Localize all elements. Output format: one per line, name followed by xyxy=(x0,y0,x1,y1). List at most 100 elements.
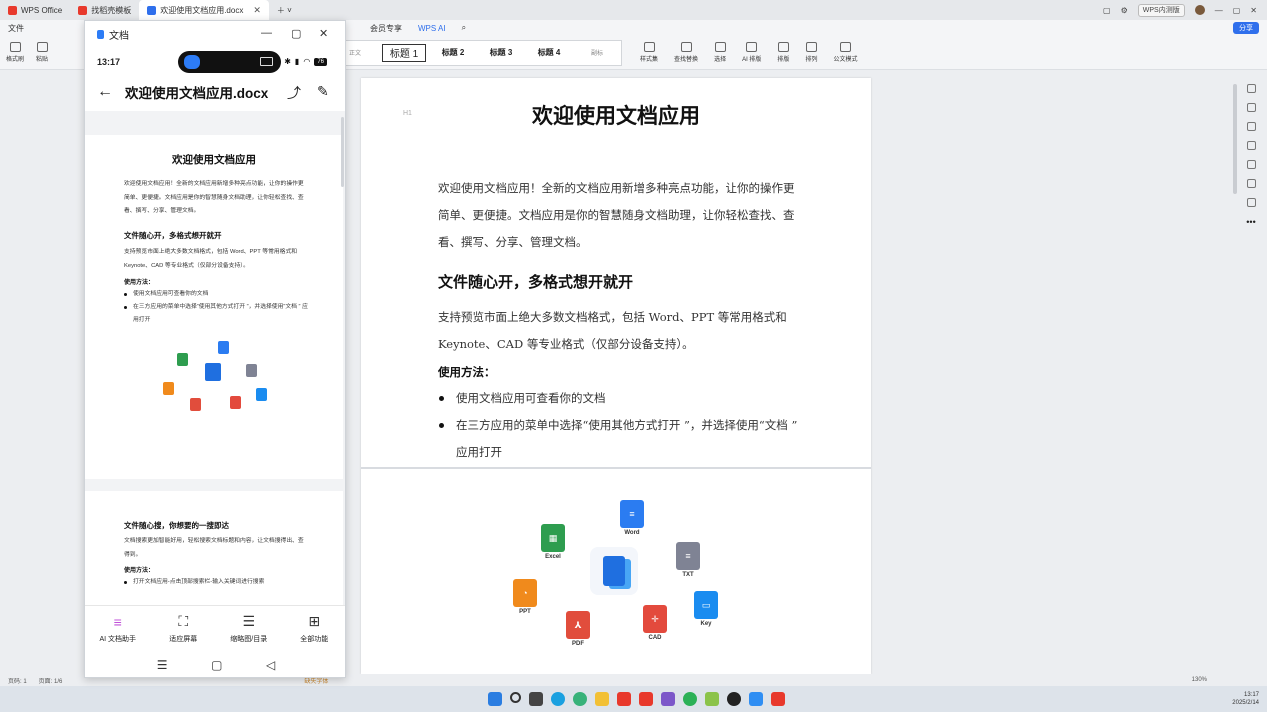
ai-layout-button[interactable]: AI 排版 xyxy=(736,42,767,63)
all-functions-button[interactable]: ⊞ 全部功能 xyxy=(282,606,346,651)
zoom-level[interactable]: 130% xyxy=(1192,677,1207,683)
tab-template[interactable]: 找稻壳模板 xyxy=(70,0,139,20)
close-icon[interactable]: ✕ xyxy=(319,27,328,40)
icon-label: Word xyxy=(624,530,640,536)
edit-icon[interactable] xyxy=(1246,84,1256,93)
toolbar-label: AI 文档助手 xyxy=(99,635,137,643)
mini-heading: 文件随心开，多格式想开就开 xyxy=(124,231,222,240)
new-tab-button[interactable]: ＋ ˅ xyxy=(269,0,300,20)
mini-bullet-2: 在三方应用的菜单中选择“使用其他方式打开 ”，并选择使用“文档 ” 应用打开 xyxy=(124,301,309,327)
taskbar: 13:17 2025/2/14 xyxy=(0,686,1267,712)
page-break xyxy=(361,467,871,469)
qq-icon[interactable] xyxy=(727,692,741,706)
share-icon[interactable]: ⤴ xyxy=(287,83,301,103)
wps-icon[interactable] xyxy=(617,692,631,706)
toolbar-label: 适应屏幕 xyxy=(169,636,198,643)
menu-file[interactable]: 文件 xyxy=(0,23,32,34)
settings-icon[interactable]: ⚙ xyxy=(1121,6,1128,15)
adjust-icon[interactable] xyxy=(1246,122,1256,131)
wps-icon[interactable] xyxy=(771,692,785,706)
wps-icon[interactable] xyxy=(639,692,653,706)
format-brush-button[interactable]: 格式刷 xyxy=(0,42,30,63)
avatar[interactable] xyxy=(1194,5,1205,15)
back-arrow-icon[interactable]: ← xyxy=(97,83,125,101)
app-icon[interactable] xyxy=(661,692,675,706)
menu-member[interactable]: 会员专享 xyxy=(362,23,410,34)
signal-icon: ▮ xyxy=(294,57,300,66)
task-view-icon[interactable] xyxy=(529,692,543,706)
find-replace-button[interactable]: 查找替换 xyxy=(668,42,704,63)
minimize-icon[interactable]: — xyxy=(261,27,272,39)
style-heading3[interactable]: 标题 3 xyxy=(477,41,525,65)
toolbar-label: 全部功能 xyxy=(300,636,329,643)
ai-assistant-icon: ≡ xyxy=(113,613,122,630)
edit-icon[interactable]: ✎ xyxy=(317,83,329,100)
menu-nav-icon[interactable]: ☰ xyxy=(157,658,168,672)
doc-logo-icon xyxy=(147,5,157,15)
ribbon-label: AI 排版 xyxy=(742,57,762,63)
tab-document[interactable]: 欢迎使用文档应用.docx ✕ xyxy=(139,0,269,20)
doc-paragraph-1: 欢迎使用文档应用！全新的文档应用新增多种亮点功能，让你的操作更简单、更便捷。文档… xyxy=(438,181,795,249)
arrange-button[interactable]: 排列 xyxy=(799,42,823,63)
tab-wps-office[interactable]: WPS Office xyxy=(0,0,70,20)
close-tab-icon[interactable]: ✕ xyxy=(253,5,261,16)
fit-screen-button[interactable]: ⛶ 适应屏幕 xyxy=(151,606,217,651)
fit-screen-icon: ⛶ xyxy=(178,613,189,629)
style-set-button[interactable]: 样式集 xyxy=(634,42,664,63)
dynamic-island[interactable] xyxy=(178,51,281,73)
mini-paragraph-1: 欢迎使用文档应用！全新的文档应用新增多种亮点功能，让你的操作更简单、更便捷。文档… xyxy=(124,181,304,214)
select-icon[interactable] xyxy=(1246,103,1256,112)
docs-app-icon[interactable] xyxy=(749,692,763,706)
account-badge[interactable]: WPS内测版 xyxy=(1137,3,1185,17)
style-heading4[interactable]: 标题 4 xyxy=(525,41,573,65)
feedback-icon[interactable] xyxy=(1246,198,1256,207)
image-icon[interactable] xyxy=(1246,141,1256,150)
home-nav-icon[interactable]: ▢ xyxy=(211,658,222,672)
minimize-icon[interactable]: — xyxy=(1215,6,1223,15)
icon-label: TXT xyxy=(682,572,694,578)
doc-center-icon xyxy=(590,547,638,595)
back-nav-icon[interactable]: ◁ xyxy=(266,658,275,672)
clock-time: 13:17 xyxy=(1243,692,1259,698)
edge-icon[interactable] xyxy=(551,692,565,706)
phone-scrollbar[interactable] xyxy=(341,117,344,187)
chat-icon[interactable] xyxy=(683,692,697,706)
mini-txt-icon xyxy=(246,364,257,377)
folder-icon[interactable] xyxy=(595,692,609,706)
ai-layout-icon xyxy=(746,42,758,52)
select-button[interactable]: 选择 xyxy=(708,42,732,63)
maximize-icon[interactable]: ▢ xyxy=(1233,6,1241,15)
style-heading2[interactable]: 标题 2 xyxy=(429,41,477,65)
maximize-icon[interactable]: ▢ xyxy=(291,27,301,40)
excel-icon: ▦ Excel xyxy=(541,524,565,560)
vertical-scrollbar[interactable] xyxy=(1233,84,1237,194)
document-title: 欢迎使用文档应用 xyxy=(532,103,700,128)
share-button[interactable]: 分享 xyxy=(1233,22,1259,34)
menu-wps-ai[interactable]: WPS AI xyxy=(410,24,454,33)
tools-icon[interactable] xyxy=(1246,160,1256,169)
style-heading1[interactable]: 标题 1 xyxy=(382,43,427,62)
ai-assistant-button[interactable]: ≡ AI 文档助手 xyxy=(85,606,151,651)
official-mode-button[interactable]: 公文模式 xyxy=(827,42,863,63)
browser-icon[interactable] xyxy=(573,692,587,706)
more-icon[interactable]: ••• xyxy=(1246,217,1255,227)
app-icon[interactable] xyxy=(705,692,719,706)
start-icon[interactable] xyxy=(488,692,502,706)
system-clock[interactable]: 13:17 2025/2/14 xyxy=(1232,691,1259,707)
paste-button[interactable]: 粘贴 xyxy=(30,42,54,63)
close-window-icon[interactable]: ✕ xyxy=(1250,6,1257,15)
window-icon[interactable]: ▢ xyxy=(1103,6,1111,15)
thumbnail-toc-button[interactable]: ☰ 缩略图/目录 xyxy=(216,606,282,651)
mini-paragraph-2: 支持预览市面上绝大多数文档格式，包括 Word、PPT 等常用格式和 Keyno… xyxy=(124,249,298,269)
clock-date: 2025/2/14 xyxy=(1232,700,1259,706)
phone-doc-view[interactable]: 欢迎使用文档应用 欢迎使用文档应用！全新的文档应用新增多种亮点功能，让你的操作更… xyxy=(85,111,345,605)
mini-word-icon xyxy=(218,341,229,354)
style-subtitle[interactable]: 副标 xyxy=(573,41,621,65)
search-icon[interactable] xyxy=(510,692,521,703)
help-icon[interactable] xyxy=(1246,179,1256,188)
phone-time: 13:17 xyxy=(97,57,121,67)
toolbar-label: 缩略图/目录 xyxy=(230,636,268,643)
layout-button[interactable]: 排版 xyxy=(771,42,795,63)
bluetooth-icon: ✱ xyxy=(284,57,291,66)
search-icon[interactable]: ⌕ xyxy=(454,23,474,33)
